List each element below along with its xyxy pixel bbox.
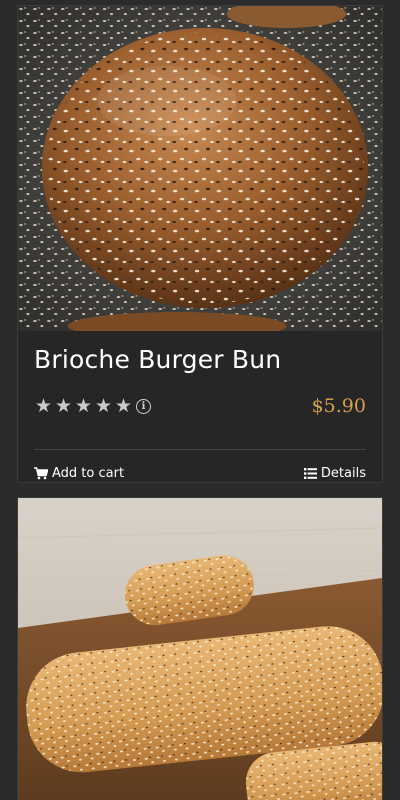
- add-to-cart-label: Add to cart: [52, 466, 125, 481]
- product-image-brioche-bun[interactable]: [18, 6, 382, 331]
- details-button[interactable]: Details: [303, 466, 366, 481]
- star-icon: ★: [94, 394, 113, 417]
- product-image-sesame-bread[interactable]: [18, 498, 382, 800]
- star-icon: ★: [74, 394, 93, 417]
- star-icon: ★: [114, 394, 133, 417]
- product-details: Brioche Burger Bun ★ ★ ★ ★ ★ i $5.90 Add…: [18, 331, 382, 481]
- meta-row: ★ ★ ★ ★ ★ i $5.90: [34, 391, 366, 421]
- product-price: $5.90: [311, 395, 366, 417]
- product-card: Brioche Burger Bun ★ ★ ★ ★ ★ i $5.90 Add…: [17, 5, 383, 483]
- product-title[interactable]: Brioche Burger Bun: [34, 343, 366, 377]
- star-icon: ★: [34, 394, 53, 417]
- cart-icon: [34, 467, 48, 480]
- list-icon: [303, 468, 317, 479]
- product-card: [17, 497, 383, 800]
- add-to-cart-button[interactable]: Add to cart: [34, 466, 124, 481]
- star-icon: ★: [54, 394, 73, 417]
- product-actions: Add to cart Details: [34, 466, 366, 481]
- divider: [34, 449, 366, 450]
- product-list-page: Brioche Burger Bun ★ ★ ★ ★ ★ i $5.90 Add…: [0, 0, 400, 800]
- star-rating: ★ ★ ★ ★ ★ i: [34, 394, 151, 417]
- details-label: Details: [320, 466, 366, 481]
- info-icon[interactable]: i: [136, 398, 151, 414]
